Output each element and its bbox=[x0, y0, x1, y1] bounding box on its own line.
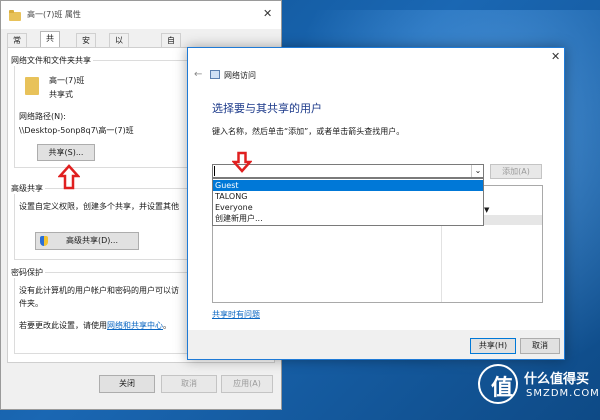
dropdown-item-create-user[interactable]: 创建新用户... bbox=[213, 213, 483, 224]
user-dropdown-list: Guest TALONG Everyone 创建新用户... bbox=[212, 178, 484, 226]
chevron-down-icon[interactable]: ▼ bbox=[484, 206, 489, 214]
advanced-sharing-group-label: 高级共享 bbox=[9, 183, 45, 194]
dropdown-arrow-icon[interactable]: ⌄ bbox=[471, 165, 484, 177]
password-desc-line2: 件夹。 bbox=[19, 299, 43, 308]
network-access-dialog: ← 网络访问 ✕ 选择要与其共享的用户 键入名称，然后单击“添加”，或者单击箭头… bbox=[187, 47, 565, 360]
password-desc-line1: 没有此计算机的用户帐户和密码的用户可以访 bbox=[19, 286, 179, 295]
network-sharing-center-link[interactable]: 网络和共享中心 bbox=[107, 321, 163, 330]
password-change-prefix: 若要更改此设置，请使用 bbox=[19, 321, 107, 330]
network-icon bbox=[210, 70, 220, 79]
page-heading: 选择要与其共享的用户 bbox=[212, 102, 322, 115]
shared-folder-icon bbox=[25, 77, 39, 95]
properties-title: 高一(7)班 属性 bbox=[27, 10, 81, 19]
shield-icon bbox=[40, 236, 48, 246]
password-change-text: 若要更改此设置，请使用网络和共享中心。 bbox=[19, 320, 171, 331]
brand-name-cn: 什么值得买 bbox=[524, 372, 590, 387]
apply-button[interactable]: 应用(A) bbox=[221, 375, 273, 393]
close-icon[interactable]: ✕ bbox=[263, 7, 272, 20]
smzdm-logo: 值 bbox=[478, 364, 518, 404]
share-button[interactable]: 共享(S)... bbox=[37, 144, 95, 161]
network-share-group-label: 网络文件和文件夹共享 bbox=[9, 55, 93, 66]
text-cursor bbox=[214, 166, 215, 176]
password-change-suffix: 。 bbox=[163, 321, 171, 330]
tab-general[interactable]: 常规 bbox=[7, 33, 27, 59]
network-path: \\Desktop-5onp8q7\高一(7)班 bbox=[19, 126, 134, 135]
instruction-text: 键入名称，然后单击“添加”，或者单击箭头查找用户。 bbox=[212, 127, 405, 136]
red-down-arrow-annotation bbox=[232, 151, 252, 173]
tab-sharing[interactable]: 共享 bbox=[40, 31, 60, 57]
tab-security[interactable]: 安全 bbox=[76, 33, 96, 59]
advanced-sharing-button[interactable]: 高级共享(D)... bbox=[35, 232, 139, 250]
dropdown-item-everyone[interactable]: Everyone bbox=[213, 202, 483, 213]
folder-icon bbox=[9, 10, 21, 21]
share-state: 共享式 bbox=[49, 90, 73, 99]
cancel-button[interactable]: 取消 bbox=[520, 338, 560, 354]
tab-customize[interactable]: 自定义 bbox=[161, 33, 181, 73]
close-button[interactable]: 关闭 bbox=[99, 375, 155, 393]
user-name-combobox[interactable]: ⌄ bbox=[212, 164, 484, 178]
password-protection-group-label: 密码保护 bbox=[9, 267, 45, 278]
properties-titlebar: 高一(7)班 属性 ✕ bbox=[1, 1, 281, 29]
add-button[interactable]: 添加(A) bbox=[490, 164, 542, 179]
share-confirm-button[interactable]: 共享(H) bbox=[470, 338, 516, 354]
dropdown-item-guest[interactable]: Guest bbox=[213, 180, 483, 191]
red-up-arrow-annotation bbox=[58, 164, 80, 190]
back-arrow-icon[interactable]: ← bbox=[194, 69, 202, 80]
folder-name: 高一(7)班 bbox=[49, 76, 85, 85]
dropdown-item-talong[interactable]: TALONG bbox=[213, 191, 483, 202]
sharing-help-link[interactable]: 共享时有问题 bbox=[212, 309, 260, 320]
advanced-sharing-button-label: 高级共享(D)... bbox=[65, 236, 119, 245]
network-path-label: 网络路径(N): bbox=[19, 112, 66, 121]
close-icon[interactable]: ✕ bbox=[551, 50, 560, 63]
brand-name-en: SMZDM.COM bbox=[526, 388, 600, 399]
cancel-button[interactable]: 取消 bbox=[161, 375, 217, 393]
logo-glyph: 值 bbox=[491, 376, 514, 401]
dialog-footer: 共享(H) 取消 bbox=[188, 330, 564, 359]
tab-previous-versions[interactable]: 以前的版本 bbox=[109, 33, 129, 101]
network-access-title: 网络访问 bbox=[224, 71, 256, 80]
advanced-sharing-desc: 设置自定义权限，创建多个共享，并设置其他 bbox=[19, 202, 179, 211]
